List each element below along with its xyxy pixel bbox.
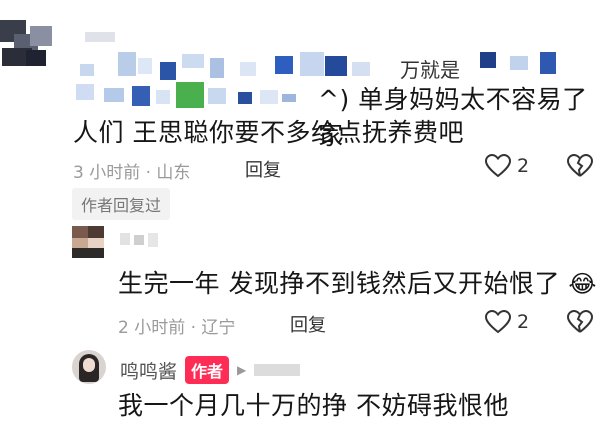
blurred-reply-target [254,364,301,376]
like-button[interactable]: 2 [485,154,529,178]
dislike-button[interactable] [567,310,593,334]
avatar[interactable] [72,350,106,384]
broken-heart-icon [567,154,593,178]
user-header: 鸣鸣酱 作者 ▶ [120,356,301,384]
reply-button[interactable]: 回复 [290,311,326,337]
like-count: 2 [517,155,530,177]
author-replied-tag: 作者回复过 [72,188,171,220]
avatar[interactable] [0,8,62,78]
comment-text-line2: 人们 王思聪你要不多给点抚养费吧 [73,118,464,147]
comment-body: 生完一年 发现挣不到钱然后又开始恨了 [118,269,560,298]
blurred-username [85,32,115,42]
dislike-button[interactable] [567,154,593,178]
comment-text: 我一个月几十万的挣 不妨碍我恨他 [118,391,509,420]
comment-meta: 2 小时前 · 辽宁 [118,318,236,338]
avatar[interactable] [72,226,104,258]
blurred-username [120,233,160,247]
author-badge: 作者 [185,356,230,384]
comment-meta: 3 小时前 · 山东 [73,163,191,183]
username[interactable]: 鸣鸣酱 [120,357,177,384]
partial-text: 万就是 [400,58,460,82]
broken-heart-icon [567,310,593,334]
reply-button[interactable]: 回复 [245,156,281,182]
like-button[interactable]: 2 [485,310,529,334]
heart-icon [485,154,511,178]
heart-icon [485,310,511,334]
laughing-emoji-icon: 😂 [568,270,597,298]
play-icon: ▶ [237,363,247,377]
like-count: 2 [517,311,530,333]
comment-text: 生完一年 发现挣不到钱然后又开始恨了 😂 [118,266,597,302]
